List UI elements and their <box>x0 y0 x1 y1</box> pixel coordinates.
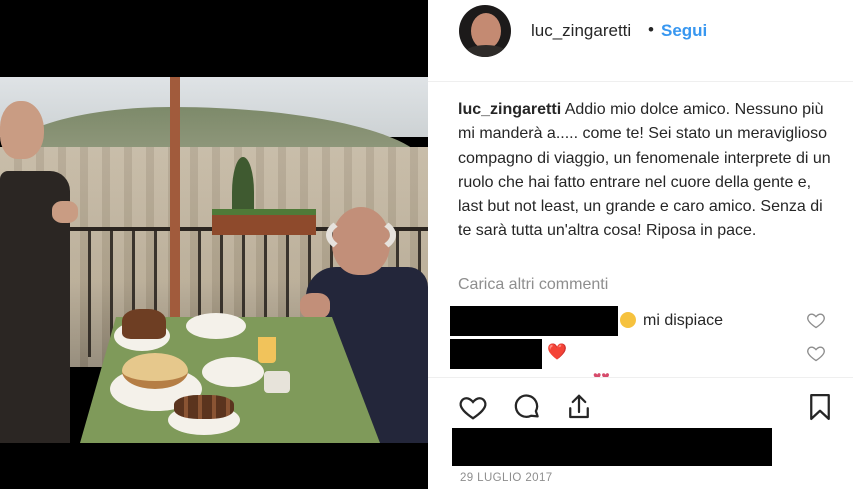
redacted-likes <box>452 428 772 466</box>
photo-pole <box>170 77 180 327</box>
caption-text: Addio mio dolce amico. Nessuno più mi ma… <box>458 101 831 240</box>
load-more-comments-button[interactable]: Carica altri commenti <box>458 276 608 294</box>
post-date: 29 LUGLIO 2017 <box>460 472 553 484</box>
post-media[interactable] <box>0 0 428 489</box>
comment-text: ❤️ <box>547 344 567 361</box>
photo-cake <box>122 353 188 389</box>
comment-like-heart-icon[interactable] <box>806 343 826 363</box>
comment-text: mi dispiace <box>643 312 724 329</box>
comment-row: mi dispiace <box>450 306 830 336</box>
photo-plate <box>202 357 264 387</box>
photo-glass <box>258 337 276 363</box>
comment-like-heart-icon[interactable] <box>806 310 826 330</box>
heart-outline-icon[interactable] <box>458 392 488 422</box>
share-upload-icon[interactable] <box>564 392 594 422</box>
avatar[interactable] <box>459 5 511 57</box>
photo-man-left <box>0 101 80 443</box>
bookmark-icon[interactable] <box>805 392 835 422</box>
redacted-username <box>450 339 542 369</box>
post-photo[interactable] <box>0 77 428 443</box>
post-panel: luc_zingaretti • Segui luc_zingaretti Ad… <box>428 0 853 489</box>
photo-sweets <box>174 395 234 419</box>
follow-button[interactable]: Segui <box>661 21 707 41</box>
photo-cake <box>122 309 166 339</box>
crying-face-icon <box>620 312 636 328</box>
separator-dot: • <box>648 20 654 39</box>
action-bar <box>428 377 853 427</box>
post-caption: luc_zingaretti Addio mio dolce amico. Ne… <box>458 98 838 244</box>
caption-username-link[interactable]: luc_zingaretti <box>458 101 561 118</box>
username-link[interactable]: luc_zingaretti <box>531 21 631 41</box>
comment-bubble-icon[interactable] <box>512 392 542 422</box>
post-header: luc_zingaretti • Segui <box>428 0 853 82</box>
photo-plate <box>186 313 246 339</box>
comment-row: ❤️ <box>450 339 830 369</box>
redacted-username <box>450 306 618 336</box>
photo-jar <box>264 371 290 393</box>
